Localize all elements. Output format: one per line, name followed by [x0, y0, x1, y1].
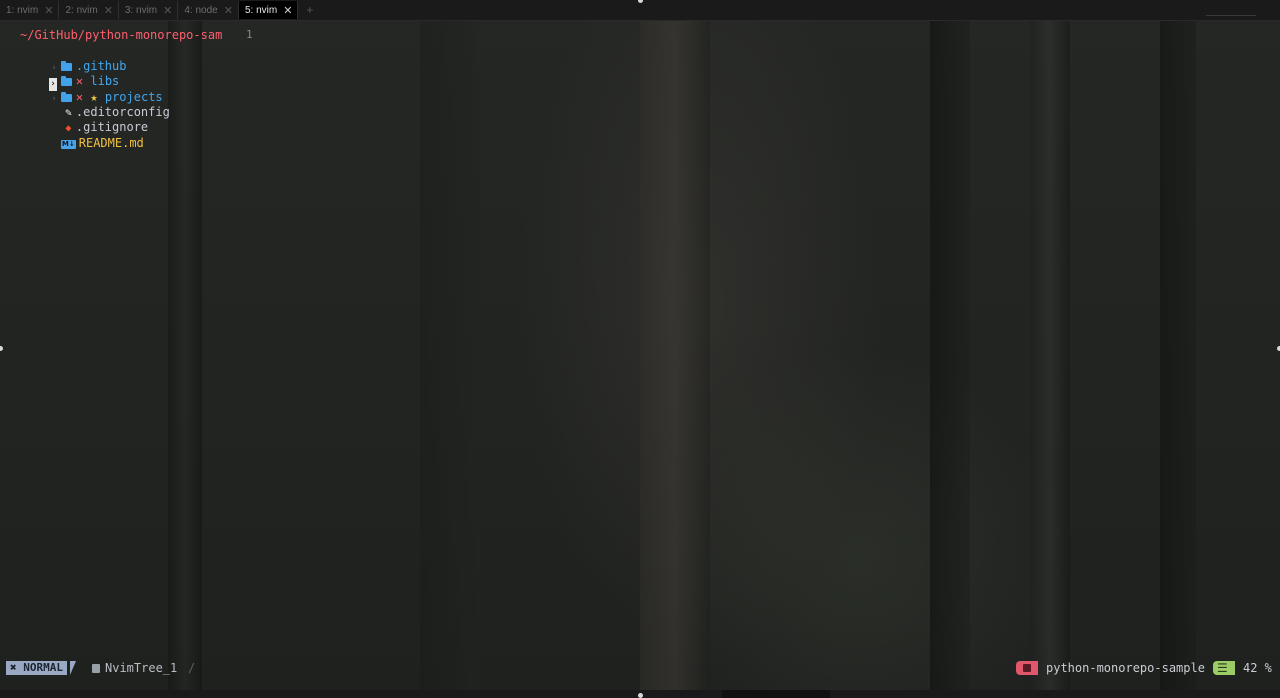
tab-2[interactable]: 2: nvim ✕: [59, 1, 119, 19]
tab-label: 5: nvim: [244, 4, 278, 16]
tree-root-path[interactable]: ~/GitHub/python-monorepo-sam: [18, 28, 222, 43]
line-number: 1: [246, 28, 253, 41]
tree-item-gitignore[interactable]: ◆ .gitignore: [18, 105, 222, 134]
tree-item-projects[interactable]: › ✕ ★ projects: [18, 74, 222, 104]
terminal-tab-bar: 1: nvim ✕ 2: nvim ✕ 3: nvim ✕ 4: node ✕ …: [0, 0, 1280, 21]
tab-label: 1: nvim: [6, 4, 39, 16]
project-name: python-monorepo-sample: [1046, 661, 1205, 675]
close-icon[interactable]: ✕: [104, 4, 113, 17]
mode-separator: [70, 661, 76, 675]
tree-item-libs[interactable]: › ✕ libs: [18, 59, 222, 92]
tab-label: 4: node: [184, 4, 218, 16]
progress-icon: [1213, 659, 1235, 677]
tree-item-readme[interactable]: M↓ README.md: [18, 120, 222, 150]
tab-label: 3: nvim: [124, 4, 158, 16]
vim-mode-icon: ✖: [10, 661, 17, 674]
tree-item-github[interactable]: › .github: [18, 43, 222, 73]
tab-5-active[interactable]: 5: nvim ✕: [238, 1, 299, 19]
project-icon: [1016, 661, 1038, 675]
close-icon[interactable]: ✕: [224, 4, 233, 17]
new-tab-button[interactable]: +: [298, 3, 321, 17]
faded-notification: [1170, 42, 1280, 55]
tab-label: 2: nvim: [65, 4, 98, 16]
tab-3[interactable]: 3: nvim ✕: [119, 1, 179, 19]
file-icon: [92, 664, 100, 673]
file-tree: ~/GitHub/python-monorepo-sam › .github › ✕…: [18, 28, 222, 150]
window-resize-handle-bottom[interactable]: [638, 693, 643, 698]
tab-1[interactable]: 1: nvim ✕: [0, 1, 60, 19]
bottom-tooltip-pill: [722, 690, 830, 698]
buffer-label: NvimTree_1: [105, 661, 178, 675]
buffer-name: NvimTree_1: [92, 659, 177, 677]
close-icon[interactable]: ✕: [163, 4, 172, 17]
scroll-percent: 42 %: [1243, 661, 1272, 675]
tabbar-decoration: [1206, 3, 1256, 16]
markdown-icon: M↓: [60, 139, 76, 149]
status-line: ✖ NORMAL NvimTree_1 / python-monorepo-sa…: [0, 659, 1280, 677]
close-icon[interactable]: ✕: [283, 4, 292, 17]
mode-label: NORMAL: [23, 661, 63, 674]
mode-indicator: ✖ NORMAL: [6, 661, 67, 675]
tab-4[interactable]: 4: node ✕: [178, 1, 239, 19]
close-icon[interactable]: ✕: [44, 4, 53, 17]
tree-item-label: README.md: [78, 135, 144, 150]
buffer-separator: /: [188, 661, 196, 675]
tree-item-editorconfig[interactable]: ✎ .editorconfig: [18, 90, 222, 119]
